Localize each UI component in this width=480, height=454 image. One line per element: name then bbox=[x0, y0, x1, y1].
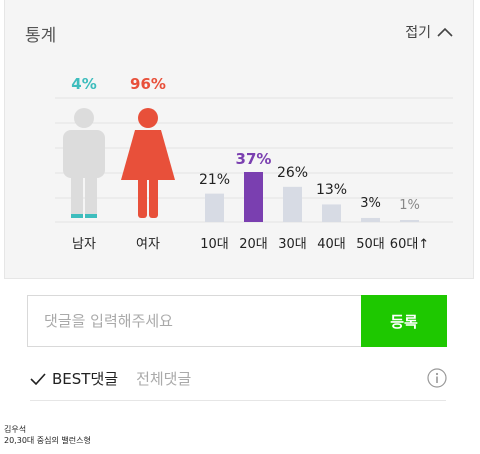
male-label: 남자 bbox=[72, 237, 96, 252]
age-value-label-2: 26% bbox=[276, 164, 309, 181]
age-bar-3 bbox=[322, 204, 341, 222]
female-percent: 96% bbox=[130, 75, 166, 93]
comment-tabs: BEST댓글 전체댓글 bbox=[30, 368, 191, 389]
female-figure-icon bbox=[121, 108, 175, 218]
male-percent: 4% bbox=[71, 75, 97, 93]
age-bar-5 bbox=[400, 220, 419, 222]
info-icon[interactable] bbox=[427, 368, 447, 388]
submit-button[interactable]: 등록 bbox=[361, 295, 447, 347]
tab-best-label: BEST댓글 bbox=[52, 370, 119, 388]
footer-author: 김우석 bbox=[4, 425, 27, 434]
comment-box: 등록 bbox=[27, 295, 447, 347]
age-bar-4 bbox=[361, 217, 380, 222]
male-figure-icon bbox=[63, 108, 105, 218]
tab-best[interactable]: BEST댓글 bbox=[30, 368, 118, 389]
stats-panel: 통계 접기 4% 96% 남자 여자 21% 10대 37% 20대 26% 3… bbox=[4, 0, 474, 279]
comment-input[interactable] bbox=[28, 296, 364, 346]
tab-all[interactable]: 전체댓글 bbox=[136, 368, 191, 389]
footer-caption: 20,30대 중심의 밸런스형 bbox=[4, 436, 91, 445]
check-icon bbox=[30, 372, 46, 385]
age-value-label-5: 1% bbox=[399, 198, 420, 213]
age-bar-0 bbox=[205, 193, 224, 222]
age-bar-2 bbox=[283, 186, 302, 222]
divider bbox=[30, 400, 446, 401]
age-bar-1 bbox=[244, 172, 263, 222]
female-label: 여자 bbox=[136, 237, 160, 252]
age-category-label-5: 60대↑ bbox=[389, 237, 430, 252]
age-value-label-0: 21% bbox=[198, 171, 231, 188]
